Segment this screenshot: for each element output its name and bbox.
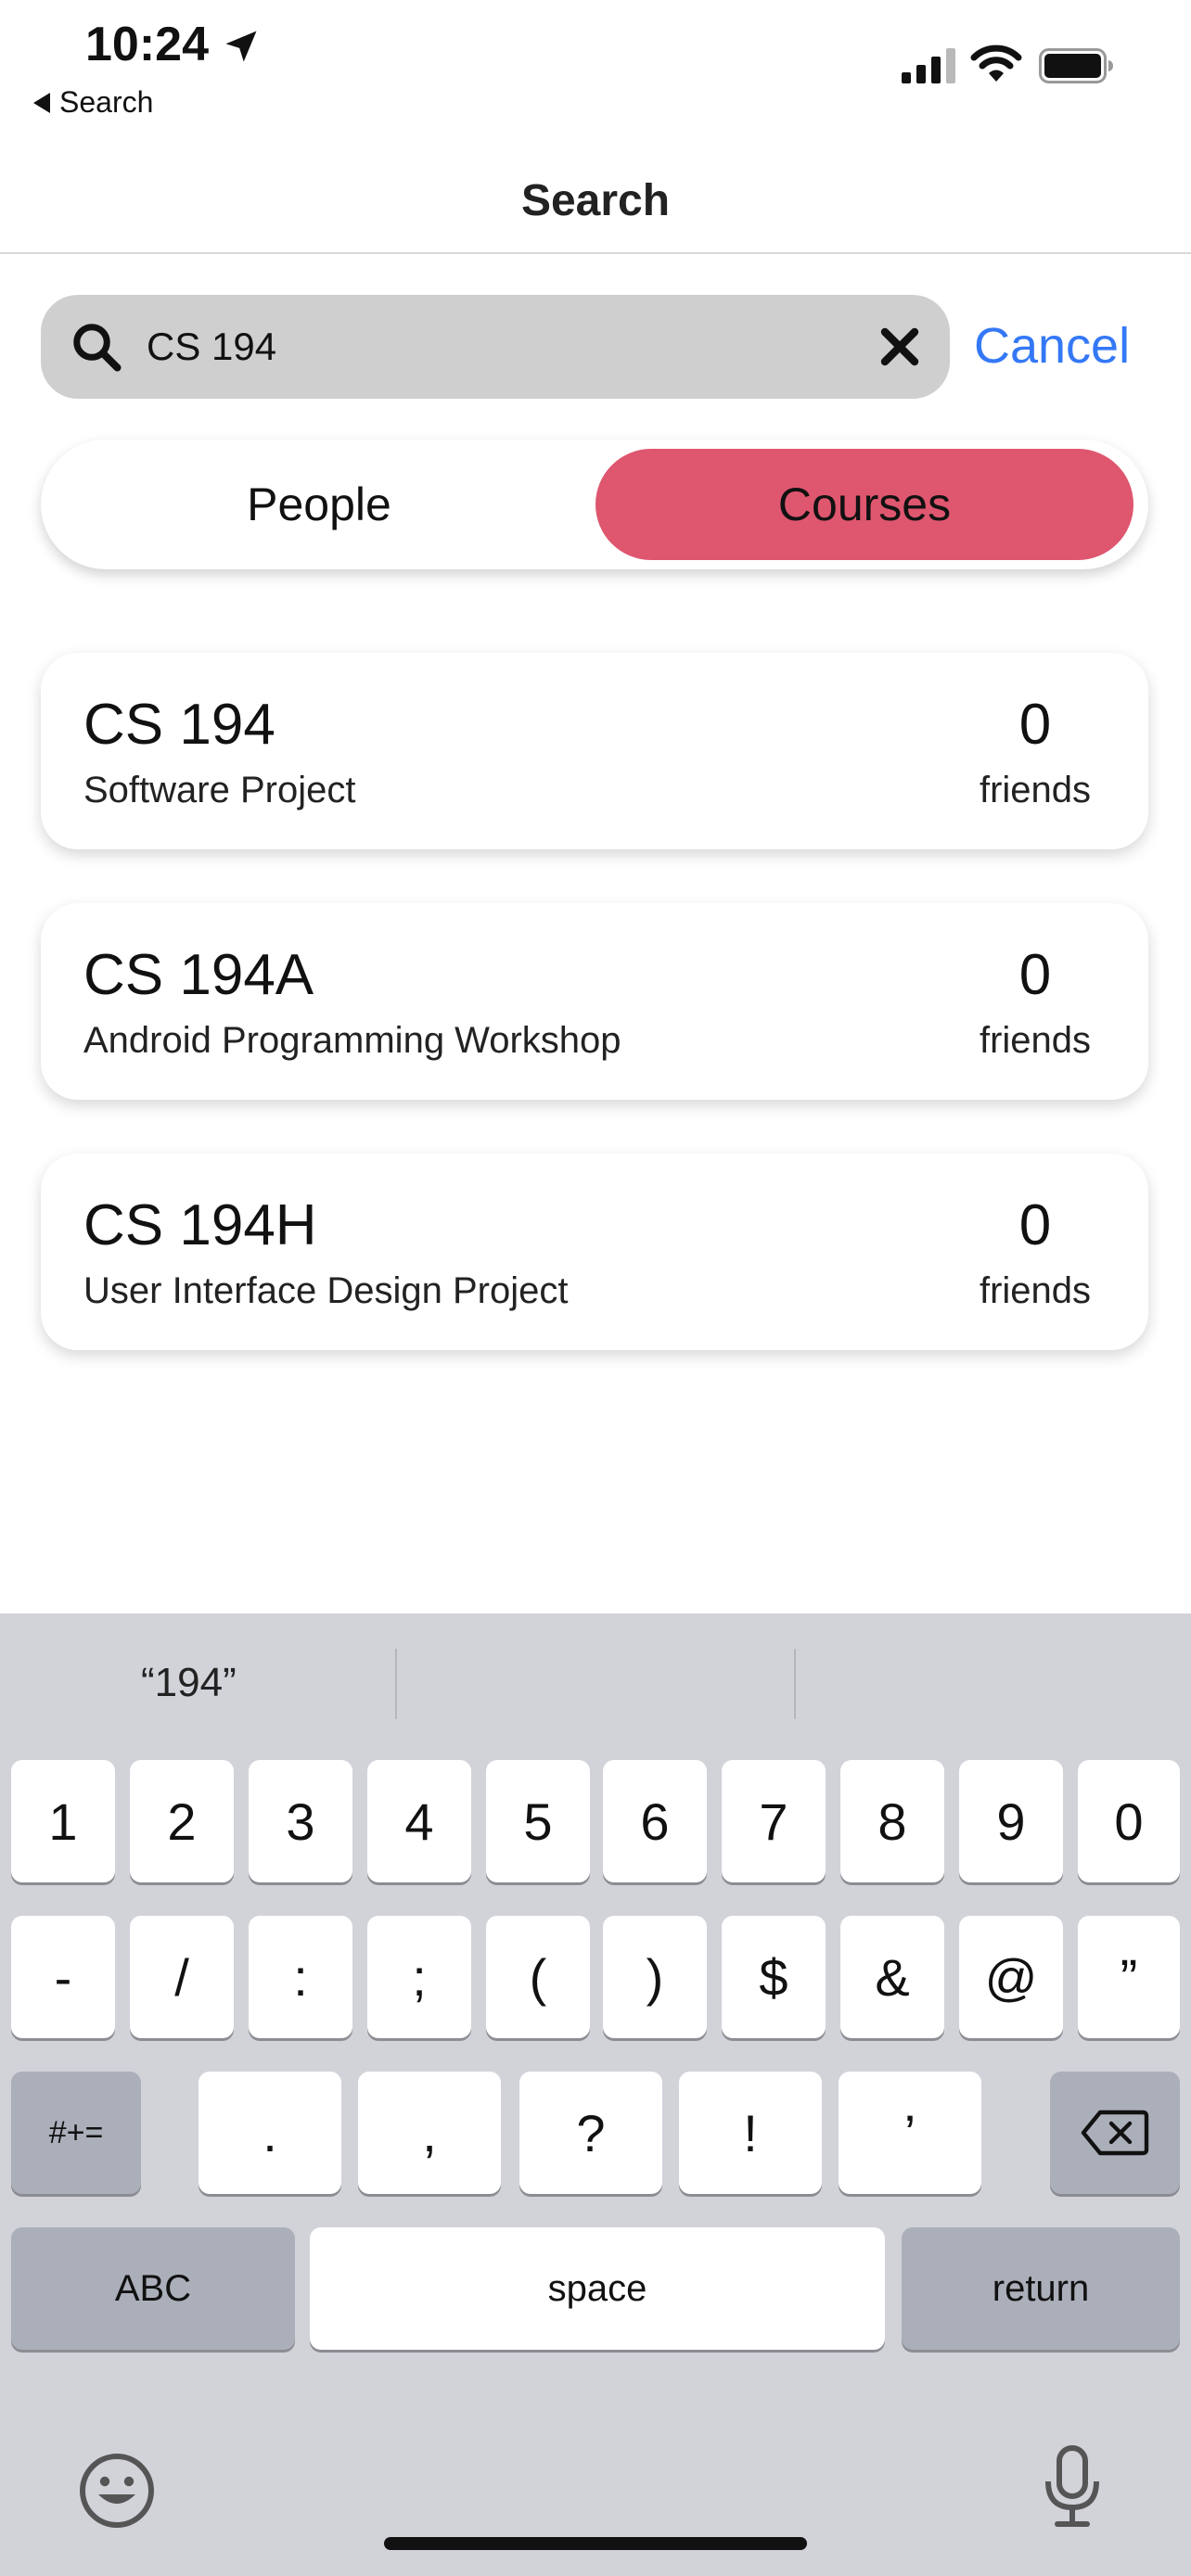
key-5[interactable]: 5 (486, 1760, 590, 1882)
search-bar[interactable] (41, 295, 950, 399)
return-key[interactable]: return (902, 2227, 1180, 2350)
cancel-button[interactable]: Cancel (974, 317, 1130, 375)
key-6[interactable]: 6 (603, 1760, 707, 1882)
delete-backspace-icon (1081, 2110, 1149, 2156)
suggestion-item[interactable]: “194” (141, 1660, 237, 1706)
key-dollar[interactable]: $ (722, 1916, 826, 2038)
space-key[interactable]: space (310, 2227, 885, 2350)
keyboard: “194” 1 2 3 4 5 6 7 8 9 0 - / : ; ( ) $ … (0, 1613, 1191, 2576)
page-title: Search (520, 175, 671, 225)
course-card[interactable]: CS 194 Software Project 0 friends (41, 653, 1148, 849)
friends-label: friends (979, 1270, 1092, 1311)
key-8[interactable]: 8 (840, 1760, 944, 1882)
course-card[interactable]: CS 194H User Interface Design Project 0 … (41, 1154, 1148, 1350)
battery-icon (1039, 48, 1113, 83)
suggestion-bar: “194” (0, 1613, 1191, 1753)
location-arrow-icon (225, 31, 257, 62)
course-card[interactable]: CS 194A Android Programming Workshop 0 f… (41, 903, 1148, 1100)
key-4[interactable]: 4 (367, 1760, 471, 1882)
course-name: Android Programming Workshop (83, 1020, 621, 1061)
key-9[interactable]: 9 (959, 1760, 1063, 1882)
key-2[interactable]: 2 (130, 1760, 234, 1882)
key-semicolon[interactable]: ; (367, 1916, 471, 2038)
key-at[interactable]: @ (959, 1916, 1063, 2038)
key-close-paren[interactable]: ) (603, 1916, 707, 2038)
suggestion-divider (794, 1649, 796, 1719)
key-3[interactable]: 3 (249, 1760, 352, 1882)
microphone-icon[interactable] (1043, 2444, 1102, 2530)
emoji-icon[interactable] (78, 2452, 156, 2530)
delete-key[interactable] (1050, 2072, 1180, 2194)
abc-key[interactable]: ABC (11, 2227, 295, 2350)
tab-people[interactable]: People (50, 449, 588, 560)
search-input[interactable] (147, 325, 877, 369)
key-period[interactable]: . (198, 2072, 341, 2194)
key-0[interactable]: 0 (1078, 1760, 1180, 1882)
course-code: CS 194A (83, 943, 314, 1007)
key-colon[interactable]: : (249, 1916, 352, 2038)
keyboard-bottom-bar (0, 2411, 1191, 2576)
friends-count: 0 (1018, 1193, 1052, 1257)
navigation-bar: Search (0, 148, 1191, 254)
friends-count: 0 (1018, 693, 1052, 757)
course-code: CS 194H (83, 1193, 317, 1257)
suggestion-divider (395, 1649, 397, 1719)
key-open-paren[interactable]: ( (486, 1916, 590, 2038)
back-app-label: Search (59, 85, 154, 119)
key-slash[interactable]: / (130, 1916, 234, 2038)
key-ampersand[interactable]: & (840, 1916, 944, 2038)
people-courses-segmented-control: People Courses (41, 440, 1148, 569)
key-question[interactable]: ? (519, 2072, 662, 2194)
back-triangle-icon (33, 92, 50, 113)
course-name: Software Project (83, 770, 356, 810)
key-quote[interactable]: ” (1078, 1916, 1180, 2038)
key-apostrophe[interactable]: ’ (839, 2072, 981, 2194)
status-time: 10:24 (85, 18, 209, 71)
friends-count: 0 (1018, 943, 1052, 1007)
back-to-app-button[interactable]: Search (33, 85, 153, 120)
key-7[interactable]: 7 (722, 1760, 826, 1882)
course-name: User Interface Design Project (83, 1270, 569, 1311)
friends-label: friends (979, 1020, 1092, 1061)
home-indicator (384, 2537, 807, 2550)
key-hyphen[interactable]: - (11, 1916, 115, 2038)
status-bar: 10:24 Search (0, 0, 1191, 130)
symbols-toggle-key[interactable]: #+= (11, 2072, 141, 2194)
key-exclamation[interactable]: ! (679, 2072, 822, 2194)
key-comma[interactable]: , (358, 2072, 501, 2194)
search-icon (73, 324, 122, 372)
key-1[interactable]: 1 (11, 1760, 115, 1882)
tab-courses[interactable]: Courses (596, 449, 1133, 560)
wifi-icon (970, 45, 1022, 82)
friends-label: friends (979, 770, 1092, 810)
signal-icon (902, 48, 955, 83)
clear-search-icon[interactable] (877, 325, 922, 369)
course-code: CS 194 (83, 693, 275, 757)
